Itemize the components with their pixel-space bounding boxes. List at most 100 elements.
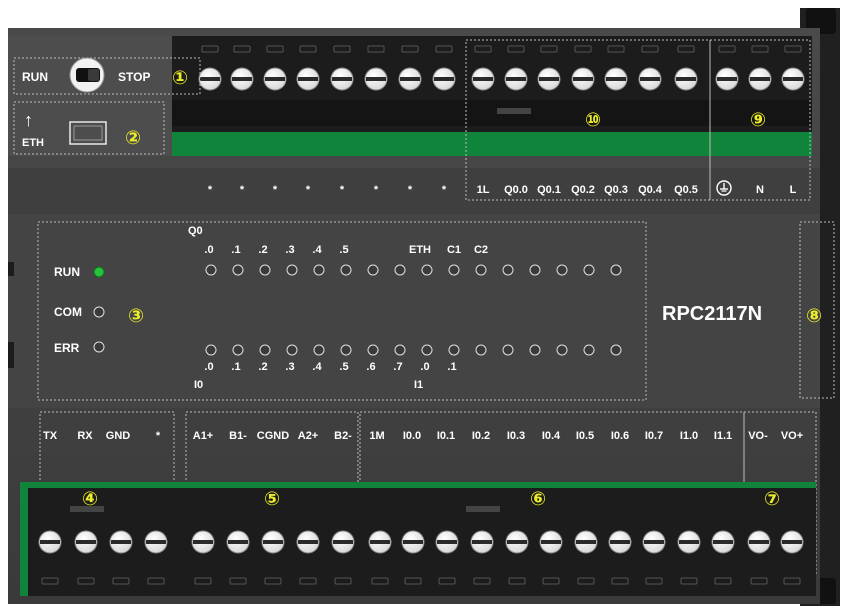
terminal-screw[interactable]: [364, 67, 388, 91]
led-indicator: [259, 344, 271, 356]
led-indicator: [232, 344, 244, 356]
terminal-screw[interactable]: [470, 530, 494, 554]
terminal-screw[interactable]: [296, 67, 320, 91]
terminal-screw[interactable]: [432, 67, 456, 91]
terminal-label: RX: [77, 430, 93, 442]
terminal-screw[interactable]: [571, 67, 595, 91]
terminal-label: I1.0: [680, 430, 698, 442]
badge-4: ④: [82, 488, 98, 510]
led-indicator: [205, 344, 217, 356]
switch-run-label: RUN: [22, 70, 48, 84]
terminal-screw[interactable]: [780, 530, 804, 554]
terminal-screw[interactable]: [226, 530, 250, 554]
terminal-screw[interactable]: [504, 67, 528, 91]
terminal-screw[interactable]: [261, 530, 285, 554]
terminal-label: C2: [474, 244, 488, 256]
terminal-label: Q0.0: [504, 184, 528, 196]
top-label-band: [8, 168, 820, 214]
terminal-label: *: [240, 184, 245, 196]
terminal-screw[interactable]: [74, 530, 98, 554]
terminal-screw[interactable]: [638, 67, 662, 91]
model-name: RPC2117N: [662, 303, 762, 325]
led-indicator: [313, 344, 325, 356]
led-indicator: [394, 264, 406, 276]
bottom-green-edge: [20, 482, 28, 596]
top-terminal-recess: [172, 100, 812, 126]
led-indicator: [502, 344, 514, 356]
terminal-screw[interactable]: [715, 67, 739, 91]
terminal-label: A1+: [193, 430, 214, 442]
terminal-screw[interactable]: [398, 67, 422, 91]
terminal-screw[interactable]: [263, 67, 287, 91]
terminal-label: .2: [258, 244, 267, 256]
terminal-screw[interactable]: [198, 67, 222, 91]
led-indicator: [367, 264, 379, 276]
terminal-label: .7: [393, 361, 402, 373]
terminal-screw[interactable]: [539, 530, 563, 554]
terminal-screw[interactable]: [230, 67, 254, 91]
terminal-label: .1: [231, 244, 240, 256]
terminal-label: I0.2: [472, 430, 490, 442]
terminal-label: *: [306, 184, 311, 196]
i1-group-label: I1: [414, 379, 423, 391]
led-indicator: [313, 264, 325, 276]
terminal-screw[interactable]: [711, 530, 735, 554]
terminal-screw[interactable]: [38, 530, 62, 554]
terminal-label: .2: [258, 361, 267, 373]
terminal-label: .5: [339, 361, 348, 373]
terminal-label: C1: [447, 244, 461, 256]
status-led-label: ERR: [54, 341, 80, 355]
terminal-screw[interactable]: [109, 530, 133, 554]
led-indicator: [421, 344, 433, 356]
terminal-screw[interactable]: [435, 530, 459, 554]
terminal-screw[interactable]: [747, 530, 771, 554]
terminal-label: 1M: [369, 430, 384, 442]
terminal-screw[interactable]: [604, 67, 628, 91]
terminal-screw[interactable]: [191, 530, 215, 554]
terminal-screw[interactable]: [296, 530, 320, 554]
terminal-screw[interactable]: [674, 67, 698, 91]
run-stop-switch[interactable]: [69, 57, 105, 93]
led-indicator: [583, 344, 595, 356]
terminal-label: CGND: [257, 430, 289, 442]
terminal-label: 1L: [477, 184, 490, 196]
terminal-screw[interactable]: [144, 530, 168, 554]
terminal-label: *: [408, 184, 413, 196]
bottom-terminal-notch: [466, 506, 500, 512]
terminal-screw[interactable]: [330, 67, 354, 91]
terminal-label: I0.4: [542, 430, 561, 442]
terminal-screw[interactable]: [471, 67, 495, 91]
terminal-label: Q0.2: [571, 184, 595, 196]
terminal-label: *: [156, 430, 161, 442]
terminal-screw[interactable]: [331, 530, 355, 554]
terminal-label: N: [756, 184, 764, 196]
terminal-screw[interactable]: [505, 530, 529, 554]
badge-6: ⑥: [530, 488, 546, 510]
terminal-screw[interactable]: [608, 530, 632, 554]
led-indicator: [556, 344, 568, 356]
terminal-screw[interactable]: [574, 530, 598, 554]
terminal-screw[interactable]: [368, 530, 392, 554]
badge-1: ①: [172, 67, 188, 89]
terminal-label: Q0.4: [638, 184, 663, 196]
badge-9: ⑨: [750, 109, 766, 131]
terminal-screw[interactable]: [642, 530, 666, 554]
led-indicator: [421, 264, 433, 276]
led-indicator: [286, 264, 298, 276]
terminal-screw[interactable]: [537, 67, 561, 91]
switch-stop-label: STOP: [118, 70, 150, 84]
led-on-indicator: [93, 266, 105, 278]
terminal-label: .1: [447, 361, 456, 373]
terminal-label: TX: [43, 430, 58, 442]
led-indicator: [529, 264, 541, 276]
terminal-screw[interactable]: [781, 67, 805, 91]
terminal-label: I1.1: [714, 430, 732, 442]
bottom-terminal-screws: [38, 530, 804, 554]
terminal-label: I0.6: [611, 430, 629, 442]
terminal-label: .0: [204, 244, 213, 256]
terminal-screw[interactable]: [748, 67, 772, 91]
terminal-screw[interactable]: [677, 530, 701, 554]
terminal-label: A2+: [298, 430, 319, 442]
terminal-label: Q0.1: [537, 184, 561, 196]
terminal-screw[interactable]: [401, 530, 425, 554]
